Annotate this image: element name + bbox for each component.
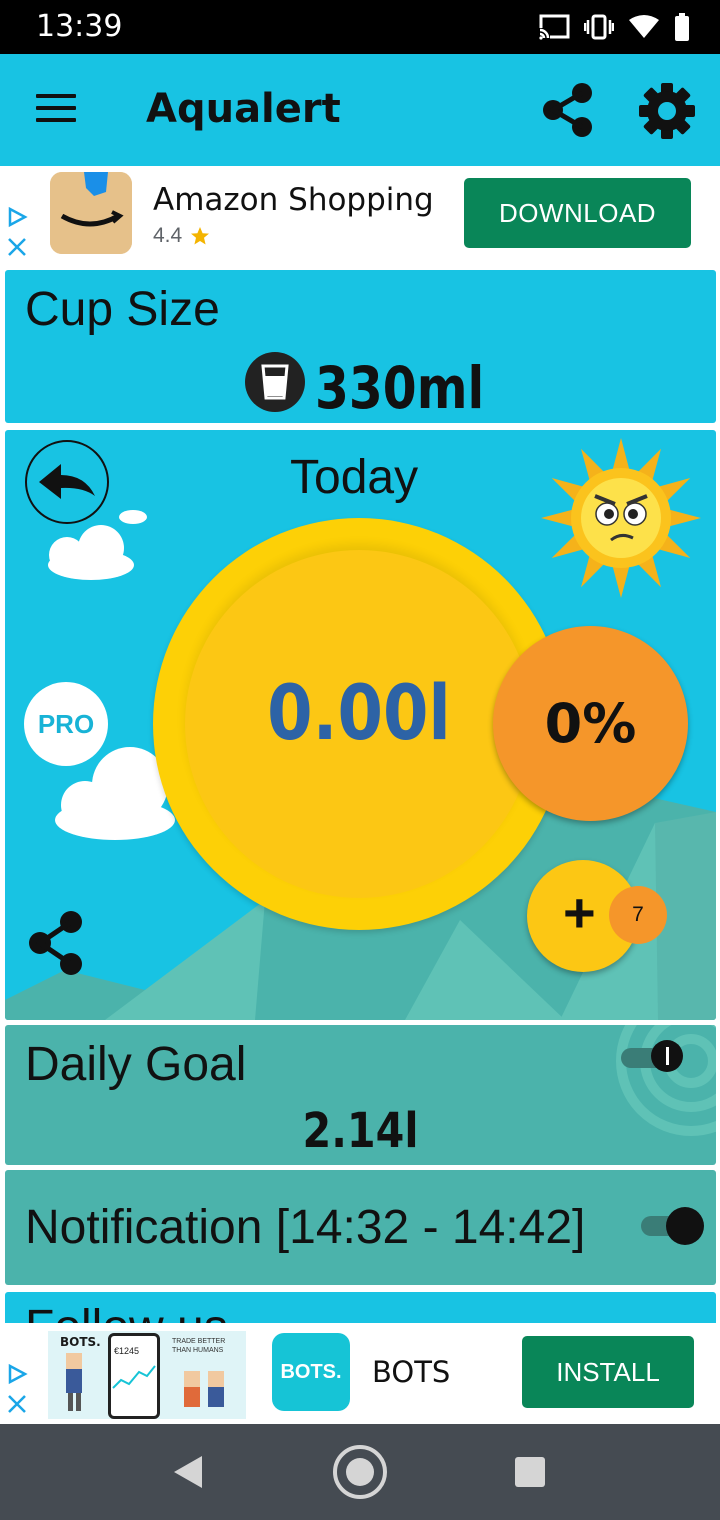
wifi-icon <box>629 15 659 38</box>
today-label: Today <box>290 451 419 504</box>
hamburger-menu-icon[interactable] <box>36 94 76 124</box>
battery-icon <box>675 13 689 41</box>
plus-icon: + <box>563 881 596 944</box>
status-time: 13:39 <box>36 9 123 44</box>
glass-icon <box>245 352 305 412</box>
goal-percentage: 0% <box>493 626 688 821</box>
cup-size-label: Cup Size <box>25 283 220 336</box>
ad-app-name: BOTS <box>372 1355 451 1389</box>
undo-back-button[interactable] <box>25 440 109 524</box>
pro-button[interactable]: PRO <box>24 682 108 766</box>
app-title: Aqualert <box>146 86 341 132</box>
status-bar: 13:39 <box>0 0 720 54</box>
ad-banner-bottom[interactable]: BOTS. €1245 TRADE BETTER THAN HUMANS BOT… <box>0 1323 720 1423</box>
bots-app-icon: BOTS. <box>272 1333 350 1411</box>
notification-toggle[interactable] <box>637 1206 707 1246</box>
promo-robots-illustration <box>66 1353 224 1411</box>
ad-promo-image[interactable]: BOTS. €1245 TRADE BETTER THAN HUMANS <box>48 1331 246 1419</box>
ad-app-name: Amazon Shopping <box>153 182 434 218</box>
nav-home-icon[interactable] <box>330 1442 390 1502</box>
ad-close-icon[interactable] <box>6 1393 28 1415</box>
cast-icon <box>538 14 570 40</box>
system-nav-bar <box>0 1424 720 1520</box>
nav-back-icon[interactable] <box>170 1454 206 1490</box>
undo-arrow-icon <box>39 464 95 499</box>
ad-download-button[interactable]: DOWNLOAD <box>464 178 691 248</box>
rating-value: 4.4 <box>153 224 183 247</box>
ad-banner-top[interactable]: Amazon Shopping 4.4 DOWNLOAD <box>0 166 720 266</box>
ad-install-button[interactable]: INSTALL <box>522 1336 694 1408</box>
cup-size-card[interactable]: Cup Size 330ml <box>5 270 716 423</box>
notification-label: Notification [14:32 - 14:42] <box>25 1201 586 1254</box>
daily-goal-card[interactable]: Daily Goal 2.14l <box>5 1025 716 1165</box>
today-amount: 0.00l <box>267 668 451 757</box>
adchoices-icon[interactable] <box>6 1363 28 1385</box>
amazon-app-icon <box>50 172 132 254</box>
daily-goal-toggle[interactable] <box>619 1033 689 1077</box>
today-card: Today PRO 0.00l 0% + 7 <box>5 430 716 1020</box>
settings-gear-icon[interactable] <box>638 82 696 140</box>
cup-size-value: 330ml <box>315 354 485 422</box>
daily-goal-label: Daily Goal <box>25 1038 247 1091</box>
share-icon[interactable] <box>27 910 87 976</box>
vibrate-icon <box>584 14 614 40</box>
adchoices-icon[interactable] <box>6 206 28 228</box>
nav-recents-icon[interactable] <box>514 1456 546 1488</box>
drink-count-badge: 7 <box>609 886 667 944</box>
status-icons <box>538 12 690 42</box>
star-icon <box>191 227 210 245</box>
sun-face-icon <box>541 438 701 598</box>
ad-close-icon[interactable] <box>6 236 28 258</box>
app-bar: Aqualert <box>0 54 720 166</box>
ad-app-rating: 4.4 <box>153 224 210 248</box>
share-icon[interactable] <box>540 82 596 138</box>
notification-card[interactable]: Notification [14:32 - 14:42] <box>5 1170 716 1285</box>
daily-goal-value: 2.14l <box>302 1103 419 1159</box>
